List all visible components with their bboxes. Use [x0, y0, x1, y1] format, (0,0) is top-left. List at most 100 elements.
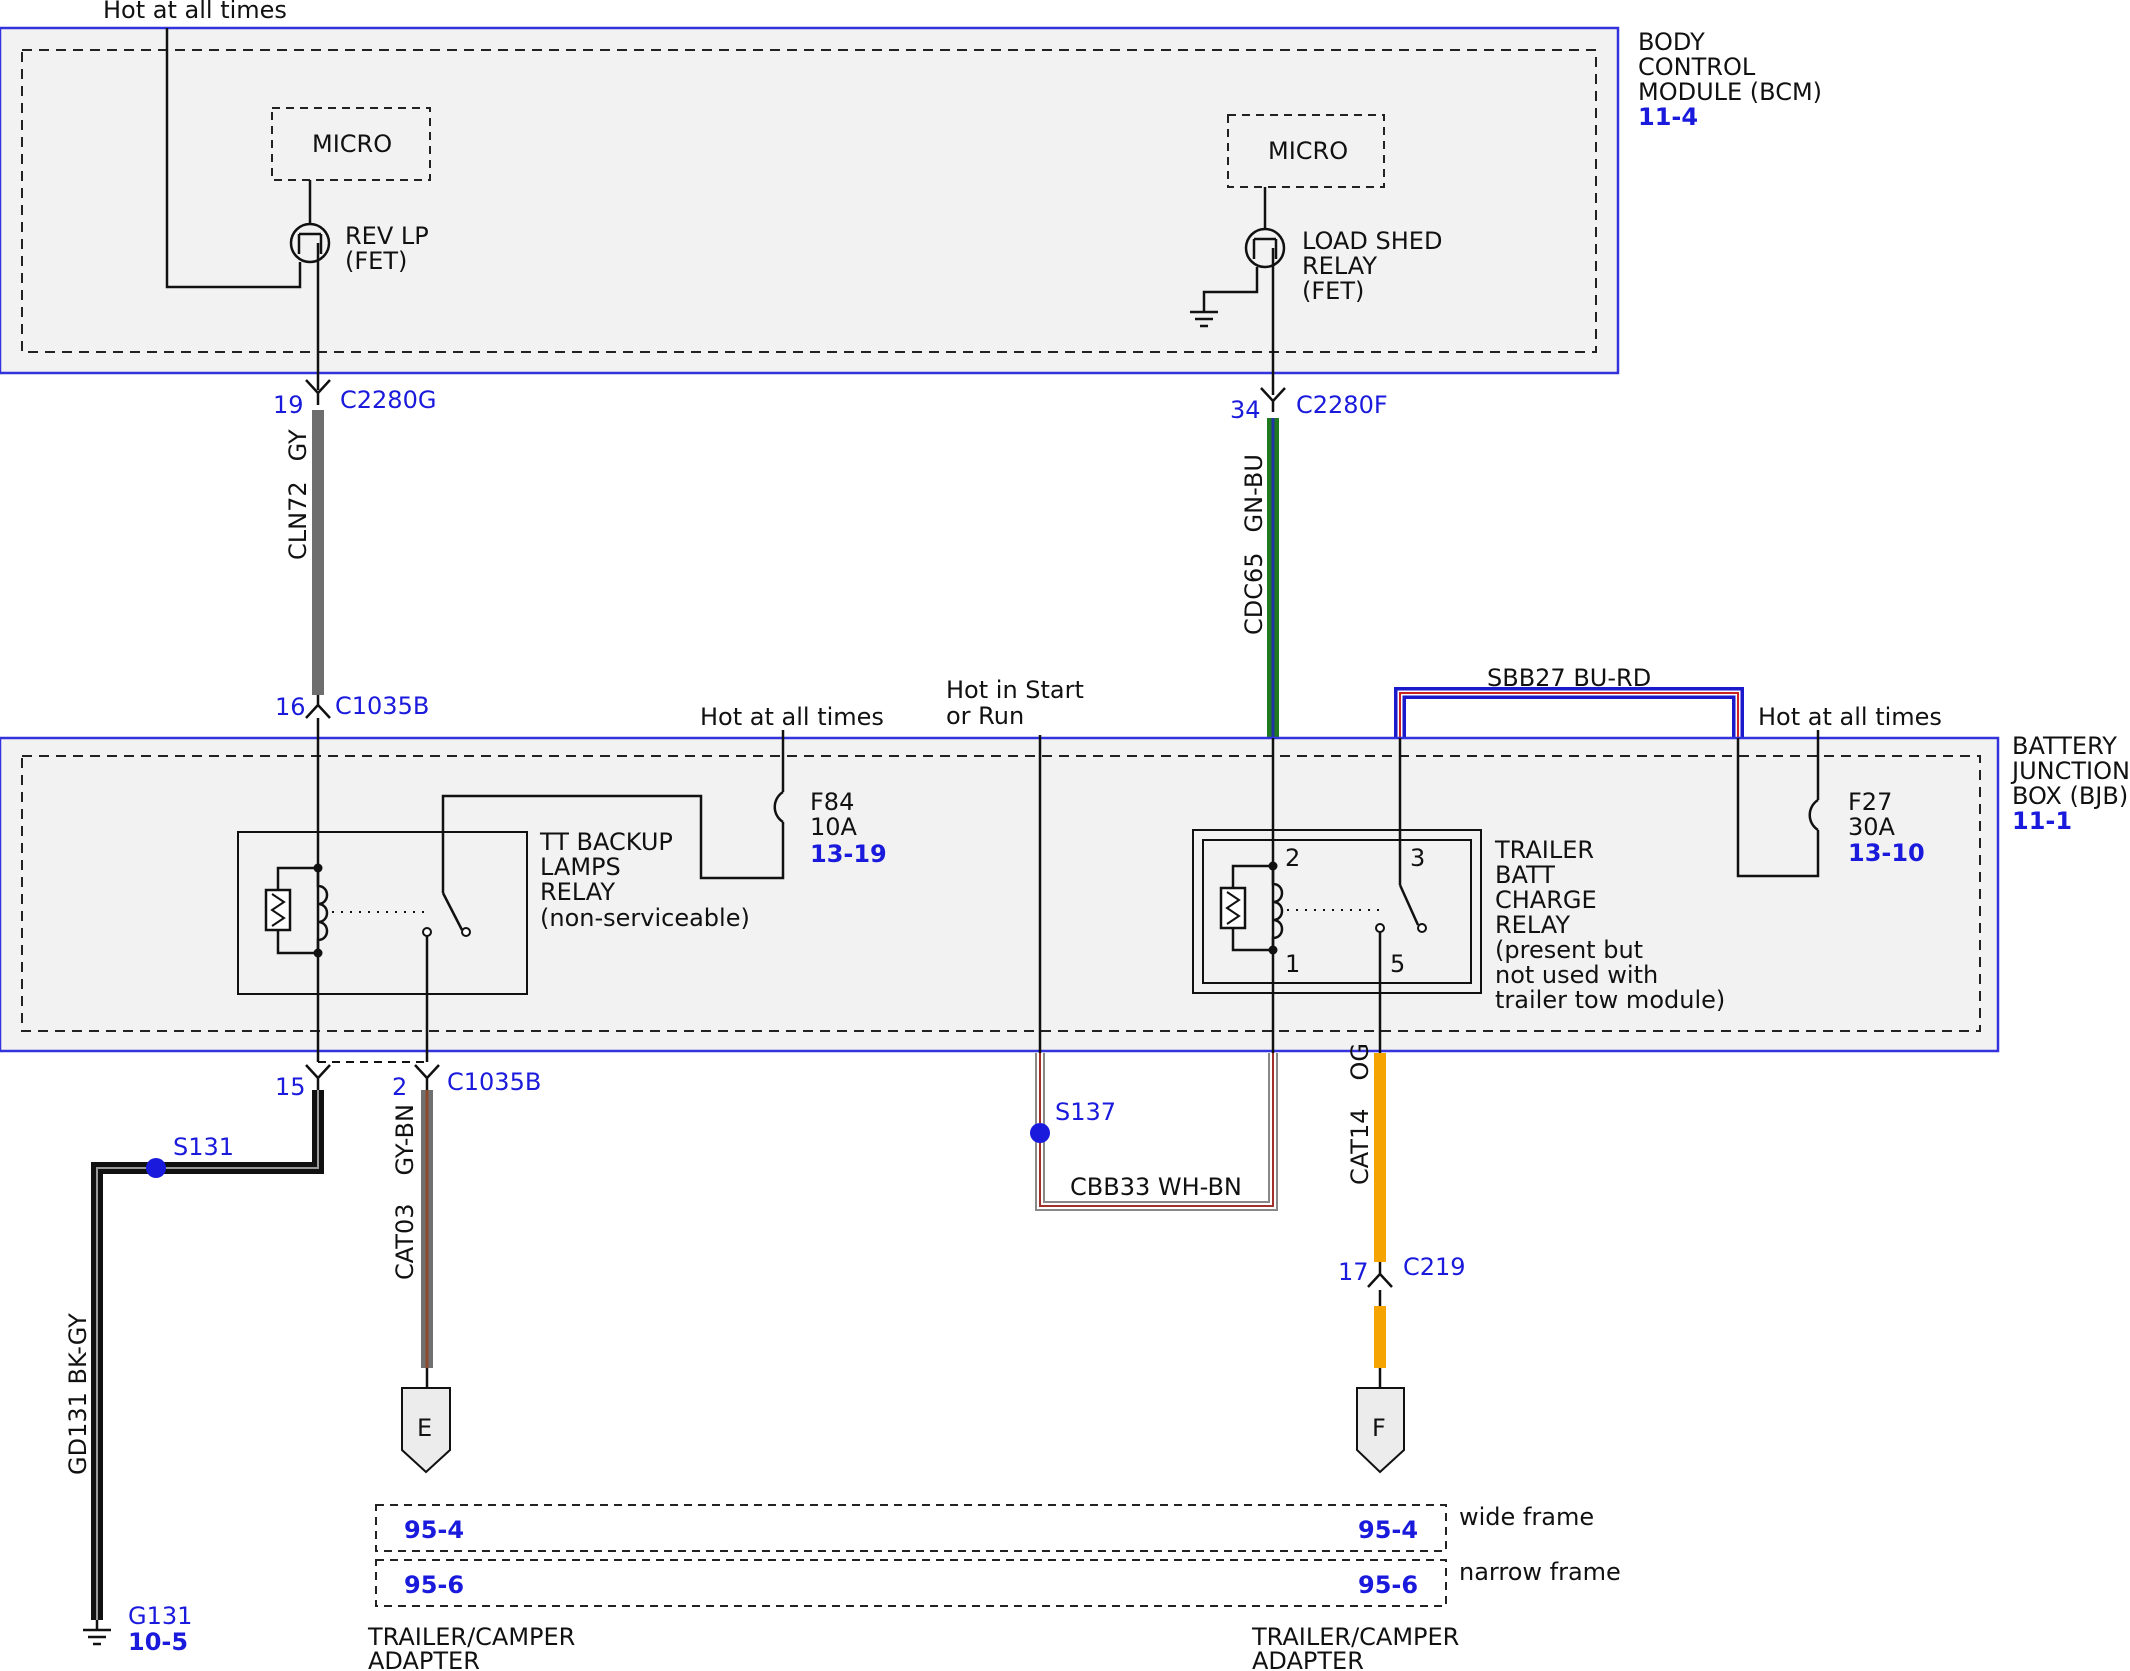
c1035b-top-connector-icon [305, 695, 331, 719]
s137-splice-dot[interactable] [1030, 1123, 1050, 1143]
rev-lp-label-1: REV LP [345, 222, 429, 250]
trailer-relay-pin-3: 3 [1410, 844, 1425, 872]
trailer-relay-label-2: BATT [1495, 861, 1555, 889]
bjb-hot-start-1: Hot in Start [946, 676, 1084, 704]
bjb-hot-start-2: or Run [946, 702, 1024, 730]
c1035b-15-pin: 15 [275, 1073, 306, 1101]
adapter-left-label-2: ADAPTER [368, 1647, 480, 1671]
c1035b-15-connector-icon [305, 1064, 331, 1090]
c219-connector-icon [1367, 1262, 1393, 1288]
bcm-outline [0, 26, 1620, 375]
rev-lp-label-2: (FET) [345, 247, 407, 275]
trailer-relay-switch-contact-b [1375, 923, 1385, 933]
c219-name[interactable]: C219 [1403, 1253, 1466, 1281]
trailer-relay-label-5: (present but [1495, 936, 1643, 964]
tt-relay-switch-contact-a [461, 927, 471, 937]
wide-frame-box [375, 1504, 1447, 1552]
sbb27-circuit: SBB27 BU-RD [1394, 664, 1744, 738]
f27-ref[interactable]: 13-10 [1848, 839, 1925, 867]
bcm-title-3: MODULE (BCM) [1638, 78, 1822, 106]
cdc65-label: CDC65GN-BU [1240, 454, 1268, 635]
narrow-frame-left-ref[interactable]: 95-6 [404, 1571, 464, 1599]
wide-frame-right-ref[interactable]: 95-4 [1358, 1516, 1418, 1544]
wide-frame-label: wide frame [1459, 1503, 1594, 1531]
c2280g-name[interactable]: C2280G [340, 386, 436, 414]
c1035b-top-pin: 16 [275, 693, 306, 721]
frame-references: 95-4 95-4 wide frame 95-6 95-6 narrow fr… [367, 1503, 1621, 1671]
gd131-wire[interactable] [91, 1090, 324, 1620]
cbb33-label: CBB33 WH-BN [1070, 1173, 1242, 1201]
s137-label: S137 [1055, 1098, 1116, 1126]
trailer-relay-label-1: TRAILER [1494, 836, 1594, 864]
trailer-relay-resistor-icon [1219, 886, 1247, 930]
sbb27-wire-core [1399, 692, 1739, 738]
wiring-diagram: Hot at all times BODY CONTROL MODULE (BC… [0, 0, 2130, 1671]
cat03-circuit: CAT03GY-BN E [391, 1090, 451, 1474]
bjb-hot-right: Hot at all times [1758, 703, 1942, 731]
cat14-circuit: CAT14OG 17 C219 F [1338, 1043, 1466, 1474]
c1035b-2-connector-icon [414, 1064, 440, 1090]
bcm-module: Hot at all times BODY CONTROL MODULE (BC… [0, 0, 1822, 395]
f27-label-1: F27 [1848, 788, 1892, 816]
gd131-label: GD131 BK-GY [64, 1313, 92, 1475]
tt-relay-resistor-icon [264, 888, 292, 932]
bjb-ref[interactable]: 11-1 [2012, 807, 2072, 835]
terminal-e-label: E [417, 1414, 432, 1442]
g131-ref[interactable]: 10-5 [128, 1628, 188, 1656]
sbb27-label: SBB27 BU-RD [1487, 664, 1651, 692]
cdc65-circuit: 34 C2280F CDC65GN-BU [1230, 387, 1388, 738]
load-shed-label-3: (FET) [1302, 277, 1364, 305]
cln72-circuit: 19 C2280G CLN72GY 16 C1035B [273, 379, 436, 721]
f84-label-1: F84 [810, 788, 854, 816]
load-shed-label-2: RELAY [1302, 252, 1377, 280]
c219-pin: 17 [1338, 1258, 1369, 1286]
wide-frame-left-ref[interactable]: 95-4 [404, 1516, 464, 1544]
bcm-hot-label: Hot at all times [103, 0, 287, 24]
tt-relay-label-2: LAMPS [540, 853, 621, 881]
c1035b-2-name[interactable]: C1035B [447, 1068, 541, 1096]
c1035b-2-pin: 2 [392, 1073, 407, 1101]
narrow-frame-box [375, 1559, 1447, 1607]
micro-right-label: MICRO [1268, 137, 1348, 165]
s131-splice-dot[interactable] [146, 1158, 166, 1178]
g131-ground-icon [83, 1620, 111, 1646]
bjb-hot-left: Hot at all times [700, 703, 884, 731]
tt-relay-switch-contact-b [422, 927, 432, 937]
trailer-relay-pin-5: 5 [1390, 950, 1405, 978]
tt-relay-label-3: RELAY [540, 878, 615, 906]
bjb-module: BATTERY JUNCTION BOX (BJB) 11-1 Hot at a… [0, 676, 2130, 1062]
adapter-right-label-2: ADAPTER [1252, 1647, 1364, 1671]
bcm-title-1: BODY [1638, 28, 1705, 56]
g131-name: G131 [128, 1602, 192, 1630]
narrow-frame-label: narrow frame [1459, 1558, 1621, 1586]
bjb-title-3: BOX (BJB) [2012, 782, 2128, 810]
cln72-label: CLN72GY [284, 429, 312, 560]
c2280g-pin: 19 [273, 391, 304, 419]
bjb-title-2: JUNCTION [2010, 757, 2130, 785]
cat03-label: CAT03GY-BN [391, 1104, 419, 1280]
bjb-title-1: BATTERY [2012, 732, 2117, 760]
c2280f-name[interactable]: C2280F [1296, 391, 1388, 419]
bcm-ref[interactable]: 11-4 [1638, 103, 1698, 131]
trailer-relay-label-4: RELAY [1495, 911, 1570, 939]
f84-label-2: 10A [810, 813, 858, 841]
trailer-relay-label-7: trailer tow module) [1495, 986, 1725, 1014]
sbb27-wire-stripe [1397, 690, 1741, 738]
f84-ref[interactable]: 13-19 [810, 840, 887, 868]
narrow-frame-right-ref[interactable]: 95-6 [1358, 1571, 1418, 1599]
trailer-relay-switch-contact-a [1417, 923, 1427, 933]
s131-label: S131 [173, 1133, 234, 1161]
f27-label-2: 30A [1848, 813, 1896, 841]
sbb27-wire[interactable] [1394, 687, 1744, 738]
cbb33-circuit: S137 CBB33 WH-BN [1030, 1053, 1278, 1211]
gd131-circuit: S131 GD131 BK-GY G131 10-5 [64, 1090, 324, 1656]
trailer-relay-pin-2: 2 [1285, 844, 1300, 872]
tt-relay-label-1: TT BACKUP [539, 828, 673, 856]
c2280f-pin: 34 [1230, 396, 1261, 424]
trailer-relay-label-3: CHARGE [1495, 886, 1597, 914]
trailer-relay-label-6: not used with [1495, 961, 1658, 989]
load-shed-label-1: LOAD SHED [1302, 227, 1442, 255]
trailer-relay-pin-1: 1 [1285, 950, 1300, 978]
bcm-title-2: CONTROL [1638, 53, 1756, 81]
c1035b-top-name[interactable]: C1035B [335, 692, 429, 720]
